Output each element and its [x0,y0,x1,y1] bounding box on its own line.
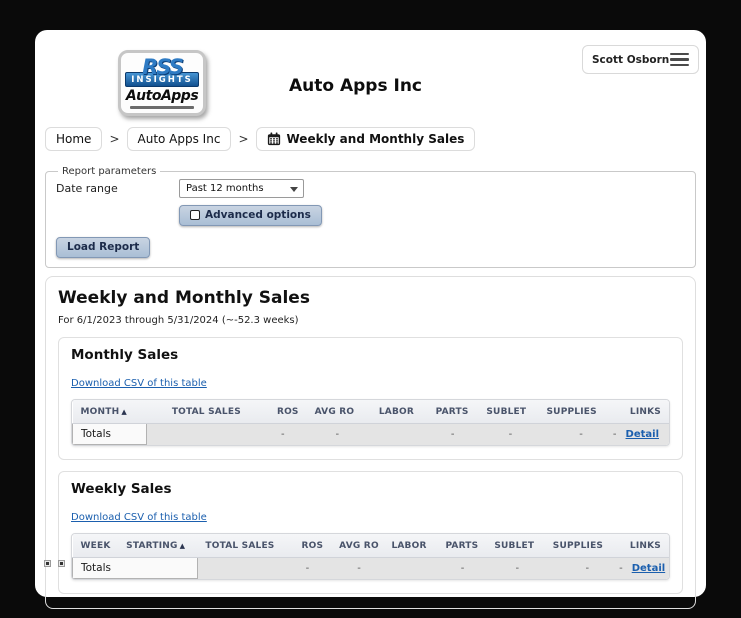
chevron-down-icon [290,187,298,192]
totals-labor [361,423,423,445]
weekly-csv-download-link[interactable]: Download CSV of this table [71,512,207,523]
totals-sublet: - [476,423,535,445]
totals-label-cell: Totals [72,557,198,579]
monthly-csv-download-link[interactable]: Download CSV of this table [71,378,207,389]
report-date-range: For 6/1/2023 through 5/31/2024 (~-52.3 w… [58,315,299,326]
broken-image-icon [58,560,65,567]
monthly-header-row: MONTH ▲ TOTAL SALES ROS AVG RO LABOR PART… [72,400,669,424]
column-header-total-sales[interactable]: TOTAL SALES [197,534,283,558]
totals-total-sales [146,423,249,445]
page-header: RSS INSIGHTS AutoApps Auto Apps Inc Scot… [35,30,706,126]
weekly-header-row: WEEK STARTING ▲ TOTAL SALES ROS AVG RO LA… [72,534,669,558]
column-header-labor[interactable]: LABOR [361,400,423,424]
totals-links-cell: - Detail [604,423,669,445]
user-menu-button[interactable]: Scott Osborn [582,45,699,74]
column-header-sublet[interactable]: SUBLET [476,400,535,424]
breadcrumb-label: Weekly and Monthly Sales [286,132,465,146]
column-header-sublet[interactable]: SUBLET [486,534,542,558]
breadcrumb-home[interactable]: Home [45,127,103,151]
totals-avg-ro: - [306,423,362,445]
totals-parts: - [434,557,487,579]
monthly-sales-section: Monthly Sales Download CSV of this table… [58,337,683,460]
column-header-ros[interactable]: ROS [282,534,332,558]
column-header-month[interactable]: MONTH ▲ [72,400,147,424]
sort-asc-icon: ▲ [121,408,127,416]
monthly-sales-title: Monthly Sales [71,347,179,363]
report-panel: Weekly and Monthly Sales For 6/1/2023 th… [45,276,696,609]
breadcrumb: Home > Auto Apps Inc > Weekly and Monthl… [35,126,706,152]
column-header-links[interactable]: LINKS [604,400,669,424]
breadcrumb-separator: > [109,132,120,146]
date-range-label: Date range [56,182,118,195]
advanced-options-checkbox[interactable] [190,210,200,220]
weekly-sales-section: Weekly Sales Download CSV of this table … [58,471,683,594]
app-window: RSS INSIGHTS AutoApps Auto Apps Inc Scot… [35,30,706,609]
rss-insights-logo: RSS INSIGHTS AutoApps [118,50,206,116]
report-parameters-legend: Report parameters [62,166,157,177]
monthly-detail-link[interactable]: Detail [626,429,659,440]
breadcrumb-separator: > [238,132,249,146]
breadcrumb-auto-apps-inc[interactable]: Auto Apps Inc [126,127,232,151]
date-range-value: Past 12 months [186,183,264,194]
logo-rss-text: RSS [142,55,184,80]
advanced-options-button[interactable]: Advanced options [179,205,322,226]
user-name: Scott Osborn [592,53,670,66]
load-report-label: Load Report [67,241,140,253]
column-header-week[interactable]: WEEK [72,534,119,558]
column-header-parts[interactable]: PARTS [422,400,477,424]
weekly-totals-row: Totals - - - - - - Detail [72,557,669,579]
column-header-avg-ro[interactable]: AVG RO [306,400,362,424]
totals-labor [382,557,435,579]
totals-supplies: - [534,423,605,445]
totals-supplies: - [541,557,612,579]
monthly-sales-table: MONTH ▲ TOTAL SALES ROS AVG RO LABOR PART… [71,399,670,446]
calendar-icon [267,132,280,146]
report-parameters-fieldset: Report parameters Date range Past 12 mon… [45,166,696,268]
totals-ros: - [248,423,307,445]
advanced-options-label: Advanced options [205,209,311,221]
sort-asc-icon: ▲ [179,542,186,550]
desktop-background: RSS INSIGHTS AutoApps Auto Apps Inc Scot… [0,0,741,618]
column-header-starting[interactable]: STARTING ▲ [118,534,198,558]
totals-total-sales [197,557,283,579]
column-header-total-sales[interactable]: TOTAL SALES [146,400,249,424]
date-range-select[interactable]: Past 12 months [179,179,304,198]
column-header-avg-ro[interactable]: AVG RO [331,534,383,558]
links-dash: - [619,562,623,574]
report-title: Weekly and Monthly Sales [58,288,310,308]
column-header-labor[interactable]: LABOR [382,534,435,558]
hamburger-menu-icon[interactable] [670,52,689,67]
totals-avg-ro: - [331,557,383,579]
links-dash: - [612,428,617,440]
broken-image-placeholders [44,560,65,567]
column-header-parts[interactable]: PARTS [434,534,487,558]
weekly-sales-title: Weekly Sales [71,481,172,497]
monthly-totals-row: Totals - - - - - - Detail [72,423,669,445]
column-header-ros[interactable]: ROS [248,400,307,424]
logo-tagline-bar [130,105,194,109]
column-header-links[interactable]: LINKS [611,534,669,558]
totals-sublet: - [486,557,542,579]
totals-links-cell: - Detail [611,557,669,579]
totals-ros: - [282,557,332,579]
weekly-detail-link[interactable]: Detail [632,563,665,574]
totals-label-cell: Totals [72,423,147,445]
column-header-supplies[interactable]: SUPPLIES [534,400,605,424]
totals-parts: - [422,423,477,445]
weekly-sales-table: WEEK STARTING ▲ TOTAL SALES ROS AVG RO LA… [71,533,670,580]
broken-image-icon [44,560,51,567]
breadcrumb-weekly-monthly-sales[interactable]: Weekly and Monthly Sales [255,127,476,151]
column-header-supplies[interactable]: SUPPLIES [541,534,612,558]
load-report-button[interactable]: Load Report [56,237,151,258]
